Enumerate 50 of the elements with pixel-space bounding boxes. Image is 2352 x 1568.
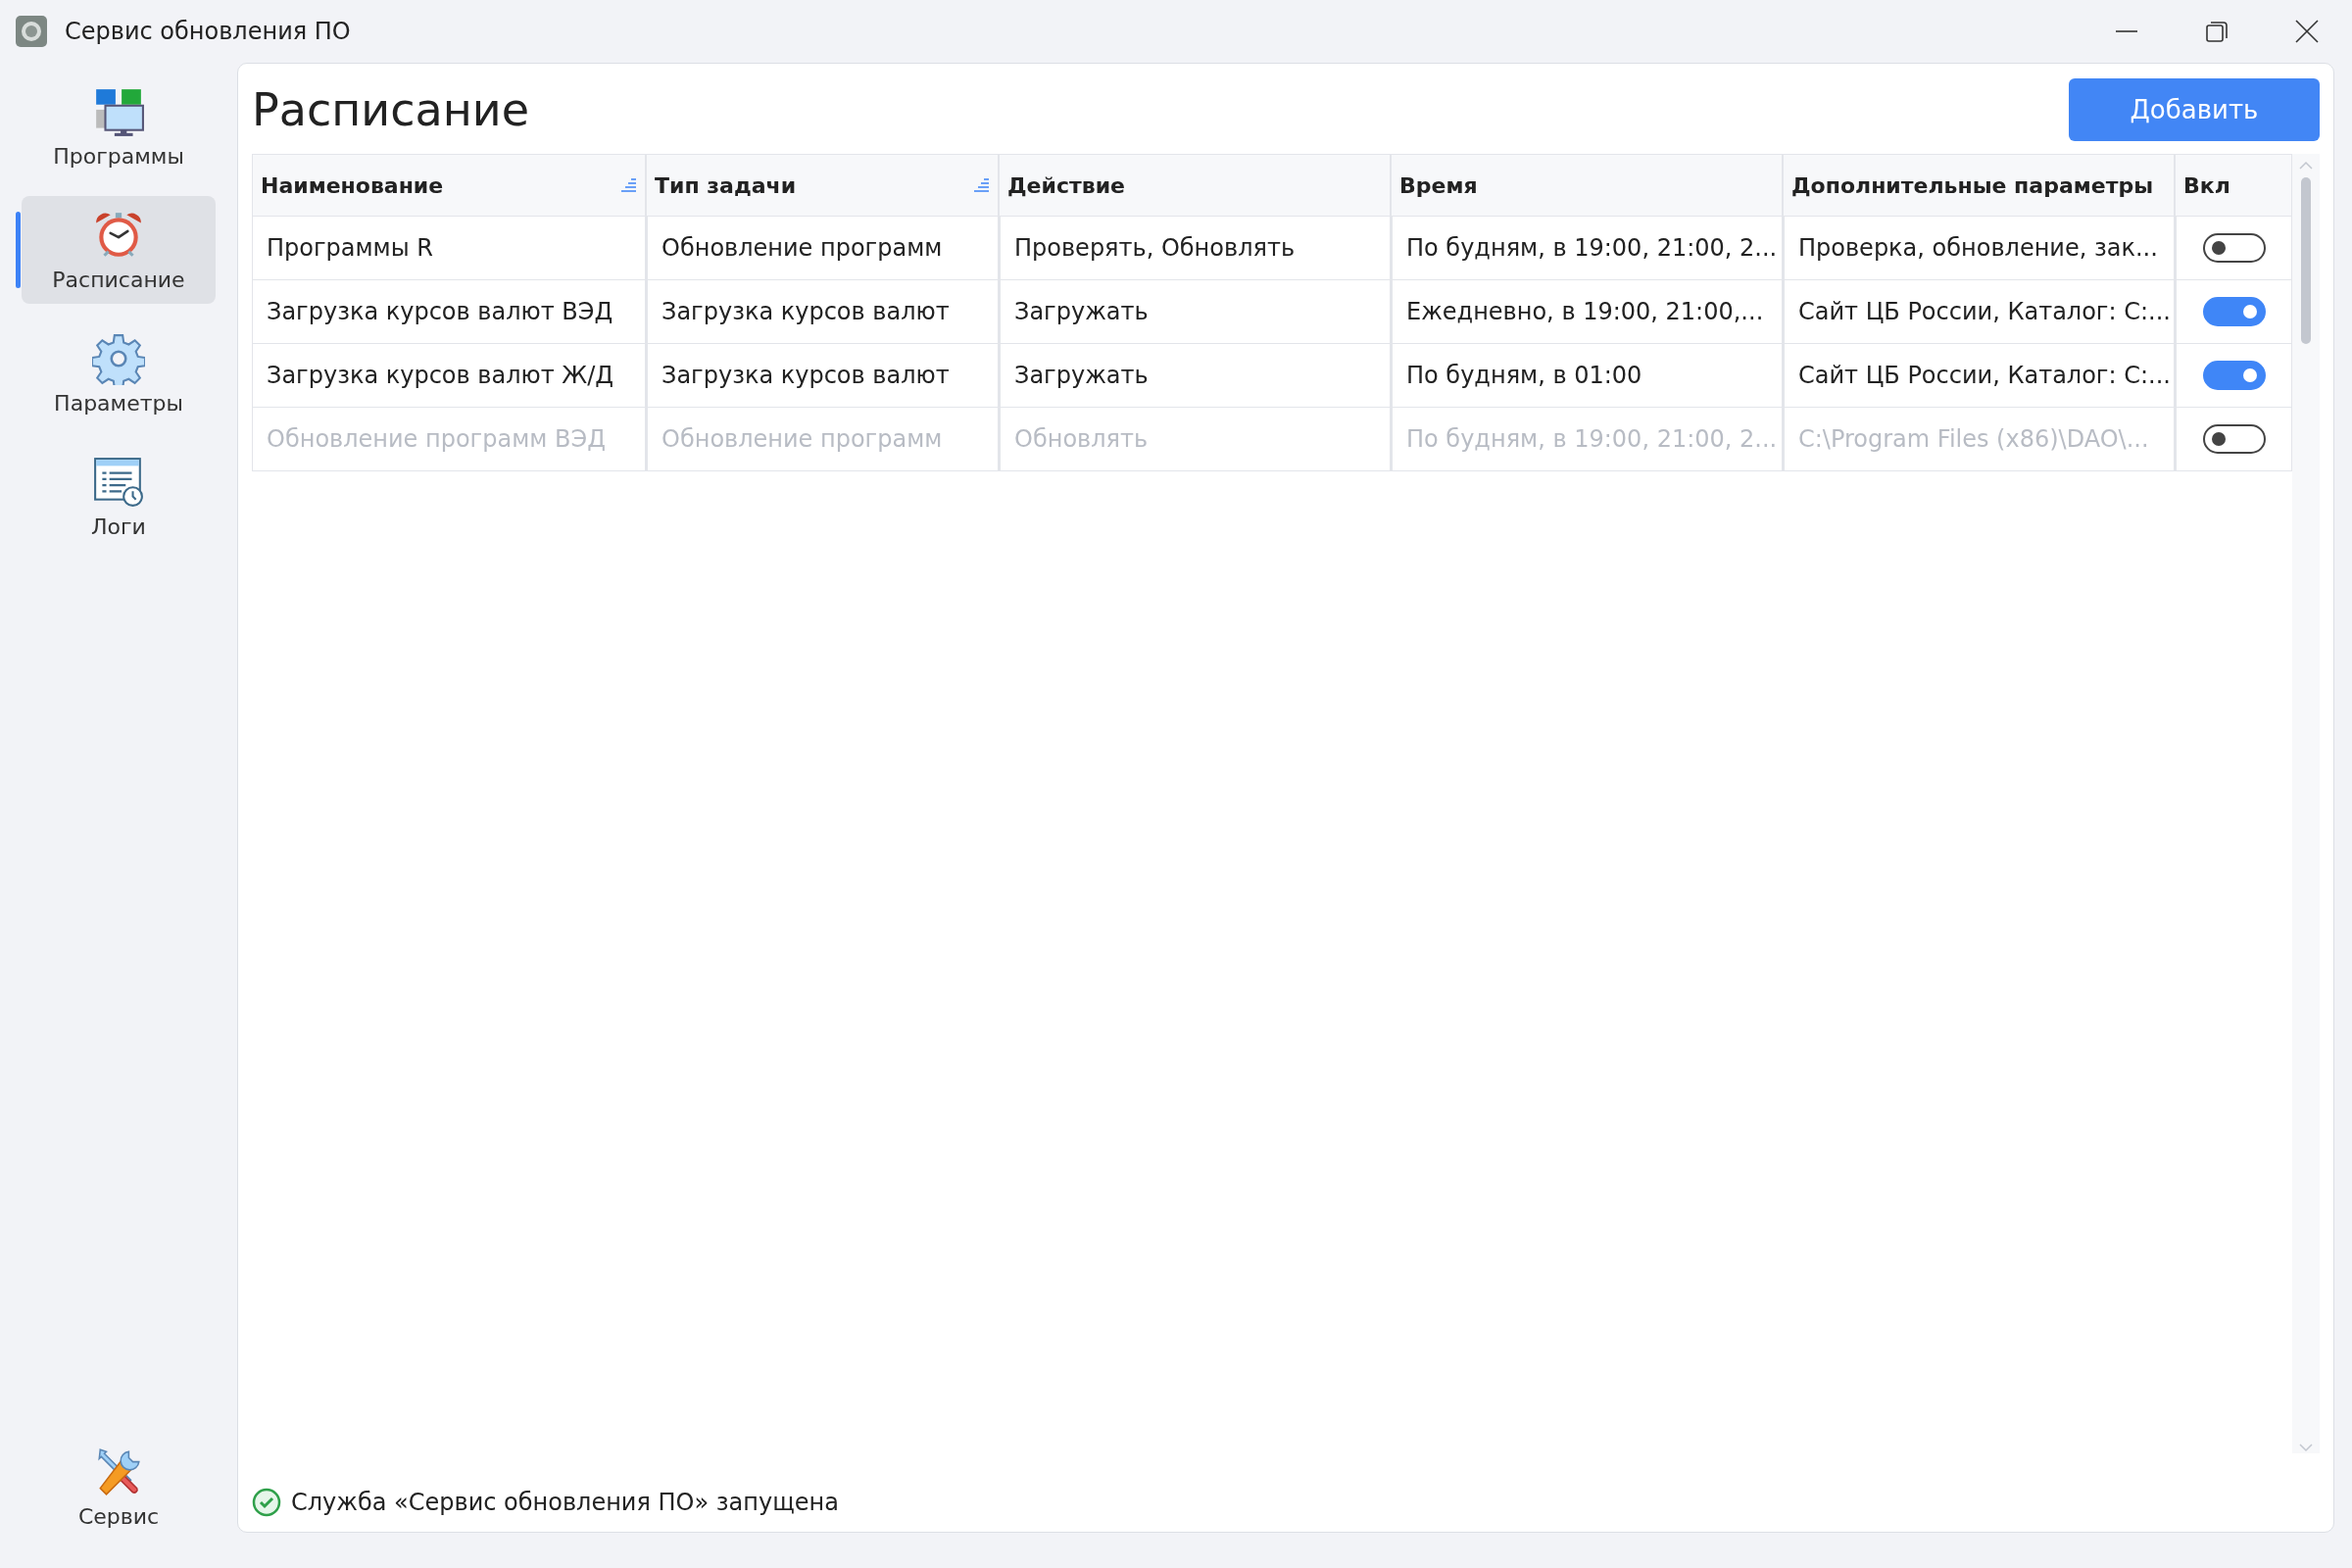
table-cell: Загрузка курсов валют	[645, 344, 998, 407]
restore-icon	[2204, 19, 2230, 44]
toggle-switch[interactable]	[2202, 297, 2266, 326]
toggle-switch[interactable]	[2202, 233, 2266, 263]
table-cell: Сайт ЦБ России, Каталог: C:...	[1782, 344, 2174, 407]
scroll-up-icon[interactable]	[2298, 160, 2314, 172]
column-header[interactable]: Дополнительные параметры	[1791, 172, 2154, 198]
table-cell: Загружать	[998, 344, 1390, 407]
settings-icon	[92, 331, 145, 385]
table-cell: Обновление программ	[645, 408, 998, 470]
sort-icon[interactable]	[972, 176, 990, 194]
table-cell-text: Загрузка курсов валют Ж/Д	[266, 361, 614, 391]
table-cell: Обновление программ	[645, 217, 998, 279]
table-cell: По будням, в 19:00, 21:00, 2...	[1390, 408, 1782, 470]
table-cell: Проверять, Обновлять	[998, 217, 1390, 279]
minimize-icon	[2114, 30, 2139, 32]
window-title: Сервис обновления ПО	[65, 18, 352, 45]
column-header[interactable]: Время	[1399, 172, 1478, 198]
toggle-switch[interactable]	[2202, 361, 2266, 390]
status-text: Служба «Сервис обновления ПО» запущена	[291, 1489, 839, 1516]
column-header[interactable]: Наименование	[261, 172, 444, 198]
table-cell: Сайт ЦБ России, Каталог: C:...	[1782, 280, 2174, 343]
column-header[interactable]: Вкл	[2183, 172, 2230, 198]
sidebar-item[interactable]: Параметры	[22, 319, 216, 427]
table-cell: Загрузка курсов валют	[645, 280, 998, 343]
sidebar-item[interactable]: Расписание	[22, 196, 216, 304]
close-icon	[2294, 19, 2320, 44]
sort-icon[interactable]	[619, 176, 637, 194]
sidebar-item[interactable]: Программы	[22, 73, 216, 180]
table-cell-text: Обновление программ ВЭД	[266, 424, 607, 455]
column-header[interactable]: Тип задачи	[655, 172, 797, 198]
table-cell-text: Программы R	[266, 233, 434, 264]
scrollbar[interactable]	[2292, 154, 2320, 1453]
table-cell-text: Загрузка курсов валют ВЭД	[266, 297, 614, 327]
sidebar-item[interactable]: Логи	[22, 443, 216, 551]
page-title: Расписание	[252, 83, 529, 136]
sidebar-item[interactable]: Сервис	[22, 1433, 216, 1541]
table-cell: Ежедневно, в 19:00, 21:00,...	[1390, 280, 1782, 343]
scroll-down-icon[interactable]	[2298, 1442, 2314, 1453]
app-icon	[16, 16, 47, 47]
table-cell: Обновлять	[998, 408, 1390, 470]
add-button[interactable]: Добавить	[2069, 78, 2320, 141]
scrollbar-thumb[interactable]	[2301, 177, 2311, 344]
table-cell: C:\Program Files (x86)\DAO\...	[1782, 408, 2174, 470]
table-cell: По будням, в 01:00	[1390, 344, 1782, 407]
log-file-icon	[92, 455, 145, 509]
table-cell: По будням, в 19:00, 21:00, 2...	[1390, 217, 1782, 279]
table-cell: Проверка, обновление, зак...	[1782, 217, 2174, 279]
column-header[interactable]: Действие	[1007, 172, 1125, 198]
table-cell: Загружать	[998, 280, 1390, 343]
